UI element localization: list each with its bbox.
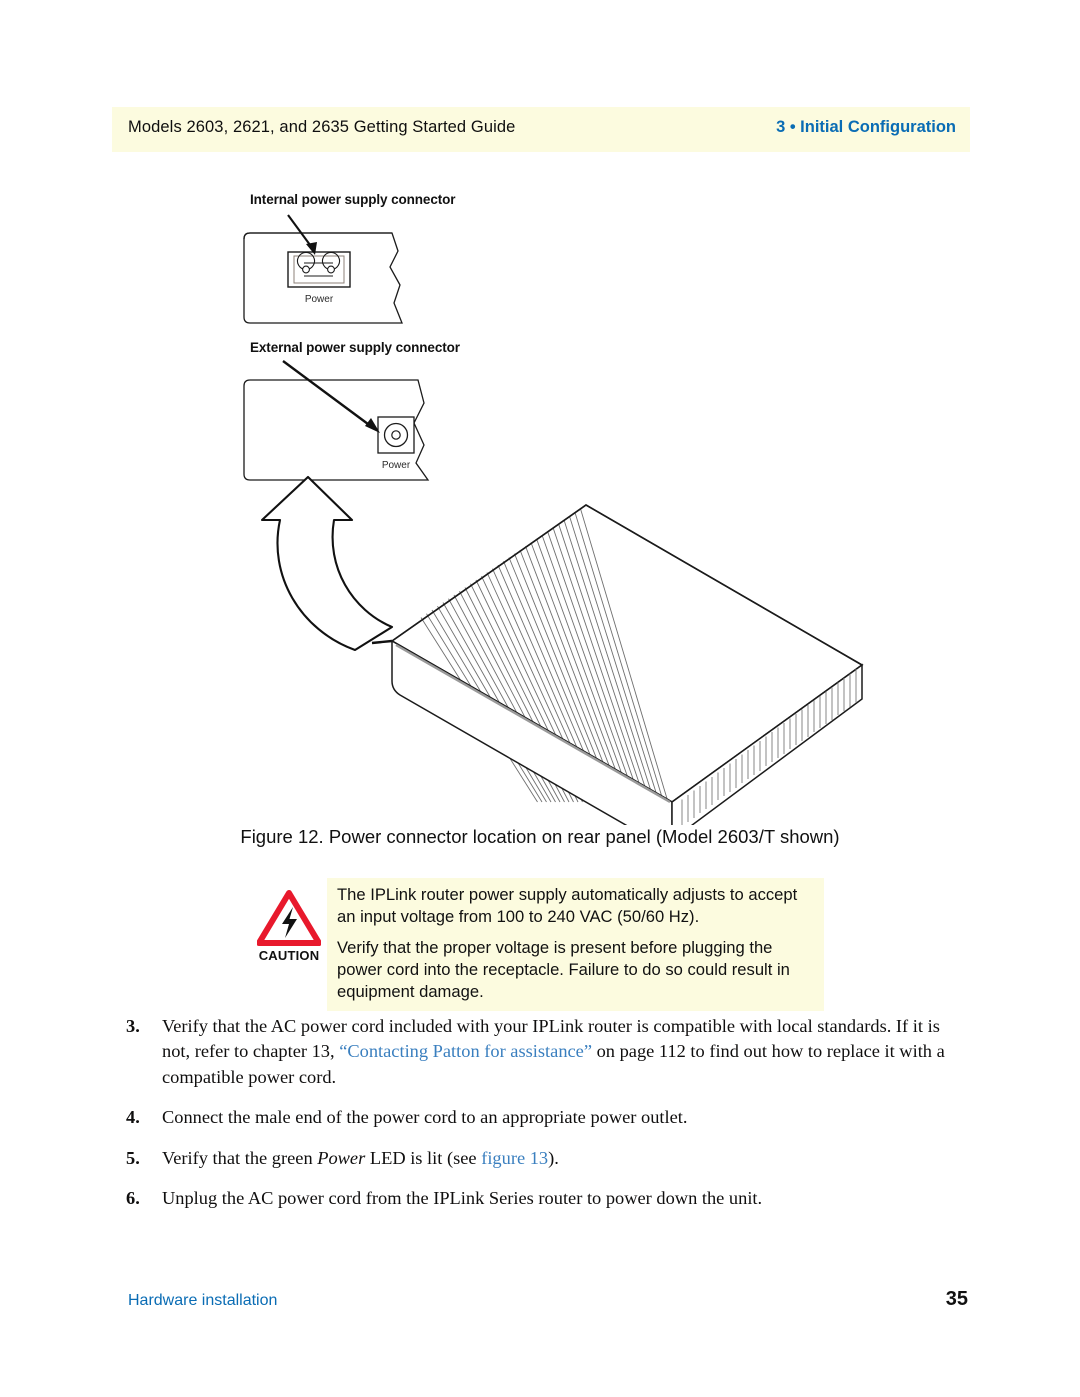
list-item: 4. Connect the male end of the power cor…	[126, 1105, 966, 1130]
figure-caption: Figure 12. Power connector location on r…	[240, 826, 840, 847]
internal-power-panel: Power Internal power supply connector	[243, 192, 456, 324]
caution-notice: CAUTION The IPLink router power supply a…	[252, 878, 824, 1012]
step-text-run: Verify that the green	[162, 1147, 318, 1168]
step-number: 4.	[126, 1107, 140, 1128]
step-number: 5.	[126, 1147, 140, 1168]
caution-paragraph-1: The IPLink router power supply automatic…	[337, 885, 798, 927]
figure-illustration: Power Internal power supply connector Po…	[0, 175, 1080, 825]
step-text: Verify that the green Power LED is lit (…	[162, 1148, 559, 1168]
external-power-port-label: Power	[382, 460, 411, 471]
external-callout-label: External power supply connector	[250, 340, 461, 355]
step-number: 6.	[126, 1187, 140, 1208]
internal-power-connector-icon	[287, 251, 351, 288]
caution-text-body: The IPLink router power supply automatic…	[327, 878, 824, 1012]
emphasis-text: Power	[317, 1147, 366, 1168]
caution-label: CAUTION	[258, 948, 320, 963]
list-item: 6. Unplug the AC power cord from the IPL…	[126, 1186, 966, 1211]
external-power-panel: Power External power supply connector	[243, 340, 461, 481]
iplink-router-isometric: POWER 10/100 ETHERNET CONSOLE RS-	[371, 504, 864, 825]
cross-reference-link[interactable]: “Contacting Patton for assistance”	[339, 1041, 592, 1061]
footer-page-number: 35	[945, 1288, 968, 1310]
internal-power-port-label: Power	[305, 294, 334, 305]
step-text-run: Unplug the AC power cord from the IPLink…	[162, 1187, 763, 1208]
running-header: Models 2603, 2621, and 2635 Getting Star…	[112, 107, 970, 152]
list-item: 3. Verify that the AC power cord include…	[126, 1014, 966, 1090]
connection-curved-arrow	[260, 475, 394, 652]
step-text-run: Connect the male end of the power cord t…	[162, 1107, 688, 1128]
header-chapter-title: 3 • Initial Configuration	[776, 118, 956, 136]
cross-reference-link[interactable]: figure 13	[481, 1148, 548, 1168]
step-text: Verify that the AC power cord included w…	[162, 1016, 945, 1087]
caution-icon-group: CAUTION	[252, 890, 326, 963]
router-top-face	[390, 504, 864, 803]
caution-paragraph-2: Verify that the proper voltage is presen…	[337, 938, 790, 1002]
external-power-connector-icon	[377, 416, 415, 454]
step-number: 3.	[126, 1016, 140, 1036]
step-text-run: LED is lit (see	[365, 1147, 482, 1168]
power-cord-stub	[371, 639, 393, 645]
step-text-run: ).	[548, 1147, 559, 1168]
internal-callout-label: Internal power supply connector	[250, 192, 456, 207]
step-text: Connect the male end of the power cord t…	[162, 1107, 687, 1127]
list-item: 5. Verify that the green Power LED is li…	[126, 1146, 966, 1171]
procedure-step-list: 3. Verify that the AC power cord include…	[126, 1014, 966, 1211]
power-connector-diagram: Power Internal power supply connector Po…	[243, 192, 864, 825]
header-document-title: Models 2603, 2621, and 2635 Getting Star…	[128, 118, 516, 136]
warning-triangle-lightning-icon	[252, 890, 326, 946]
step-text: Unplug the AC power cord from the IPLink…	[162, 1188, 762, 1208]
footer-section-label: Hardware installation	[128, 1292, 278, 1309]
